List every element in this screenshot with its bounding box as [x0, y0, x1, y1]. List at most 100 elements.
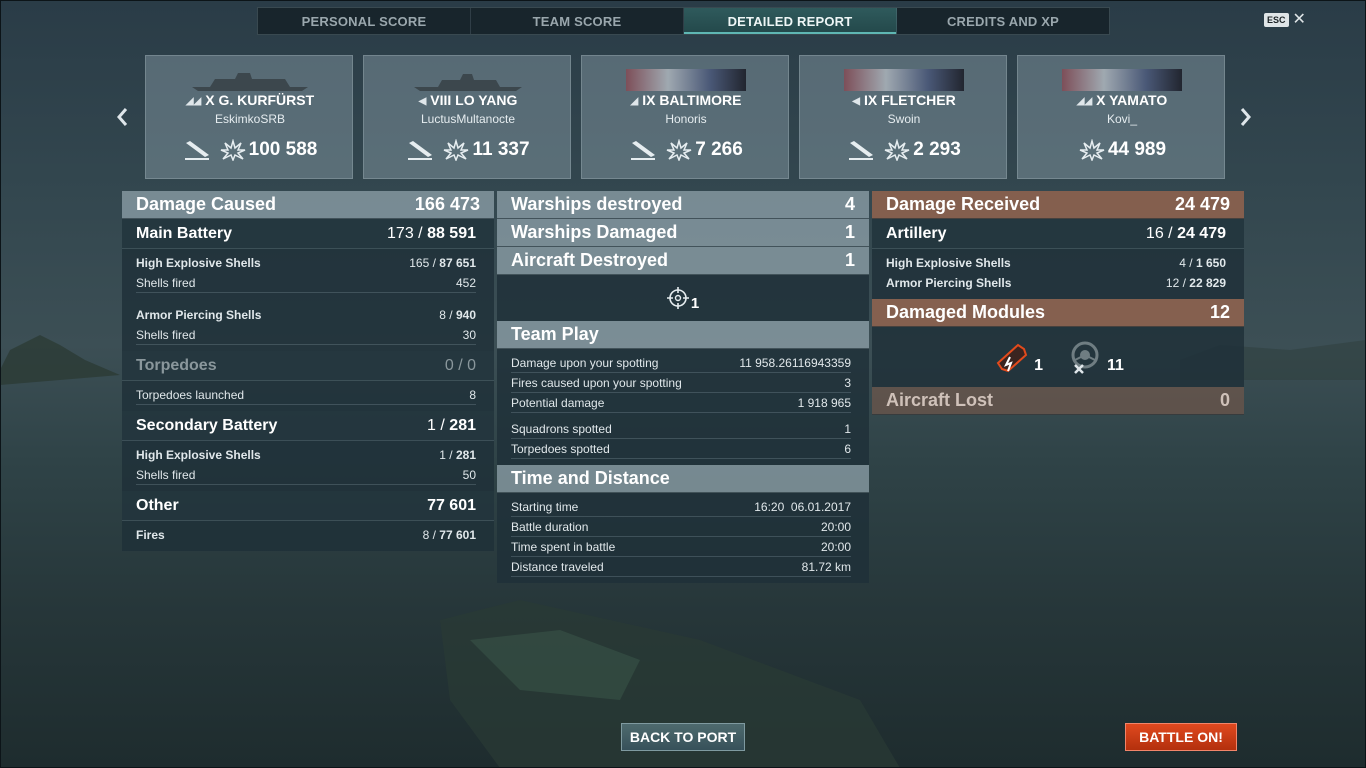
stat-row: Shells fired 50 — [136, 465, 476, 485]
ship-card[interactable]: ◢◢ X YAMATO Kovi_ 44 989 — [1017, 55, 1225, 179]
damage-burst-icon — [666, 139, 692, 161]
aircraft-destroyed-header: Aircraft Destroyed 1 — [497, 247, 869, 275]
sunk-ship-icon — [849, 141, 874, 160]
battle-on-button[interactable]: BATTLE ON! — [1125, 723, 1237, 751]
module-item: 1 — [992, 337, 1043, 377]
ship-name: ◢◢ X YAMATO — [1076, 92, 1168, 108]
time-distance-details: Starting time 16:20 06.01.2017 Battle dur… — [497, 493, 869, 583]
stat-row: High Explosive Shells 1 / 281 — [136, 448, 476, 462]
ship-flag-silhouette-icon — [844, 69, 964, 91]
module-item: 11 — [1065, 337, 1124, 377]
damage-value: 11 337 — [472, 139, 530, 160]
damaged-modules-row: 1 11 — [872, 327, 1244, 387]
section-label: Other — [136, 496, 179, 514]
destroyer-class-icon: ◀ — [418, 96, 427, 107]
stat-row: High Explosive Shells 165 / 87 651 — [136, 256, 476, 270]
team-play-header: Team Play — [497, 321, 869, 349]
section-label: Main Battery — [136, 224, 233, 242]
ship-card[interactable]: ◢ IX BALTIMORE Honoris 7 266 — [581, 55, 789, 179]
section-value: 1 / 281 — [427, 416, 476, 434]
damage-burst-icon — [444, 139, 469, 161]
rudder-module-icon — [1071, 341, 1099, 374]
damage-caused-panel: Damage Caused 166 473 Main Battery 173 /… — [122, 191, 494, 551]
player-name: Swoin — [887, 112, 921, 126]
damage-burst-icon — [220, 139, 245, 161]
main-battery-header: Main Battery 173 / 88 591 — [122, 219, 494, 249]
next-ships-arrow[interactable] — [1238, 105, 1254, 129]
spotting-ribbon: 1 — [497, 275, 869, 321]
ship-name: ◢ IX BALTIMORE — [630, 92, 742, 108]
stat-row: Starting time 16:20 06.01.2017 — [511, 497, 851, 517]
other-details: Fires 8 / 77 601 — [122, 521, 494, 551]
stat-row: Armor Piercing Shells 8 / 940 — [136, 308, 476, 322]
section-value: 0 / 0 — [444, 356, 476, 374]
battleship-class-icon: ◢◢ — [1076, 96, 1093, 107]
results-panel: Warships destroyed 4 Warships Damaged 1 Ai… — [497, 191, 869, 583]
damage-value: 44 989 — [1107, 139, 1167, 160]
ship-name: ◀ IX FLETCHER — [852, 92, 956, 108]
crosshair-icon — [666, 287, 689, 309]
damage-caused-header: Damage Caused 166 473 — [122, 191, 494, 219]
secondary-battery-header: Secondary Battery 1 / 281 — [122, 411, 494, 441]
stat-row: Battle duration 20:00 — [511, 517, 851, 537]
ship-card[interactable]: ◢◢ X G. KURFÜRST EskimkoSRB 100 588 — [145, 55, 353, 179]
time-distance-header: Time and Distance — [497, 465, 869, 493]
prev-ships-arrow[interactable] — [114, 105, 130, 129]
stat-row: Fires 8 / 77 601 — [136, 528, 476, 542]
tab-team-score[interactable]: TEAM SCORE — [471, 8, 684, 34]
gun-module-icon — [996, 343, 1028, 373]
artillery-header: Artillery 16 / 24 479 — [872, 219, 1244, 249]
tab-credits-and-xp[interactable]: CREDITS AND XP — [897, 8, 1109, 34]
stat-row: Time spent in battle 20:00 — [511, 537, 851, 557]
ship-flag-silhouette-icon — [1062, 69, 1182, 91]
stat-row: Fires caused upon your spotting 3 — [511, 373, 851, 393]
main-battery-details: High Explosive Shells 165 / 87 651 Shells… — [122, 249, 494, 351]
sunk-ship-icon — [184, 141, 209, 160]
ship-card[interactable]: ◀ IX FLETCHER Swoin 2 293 — [799, 55, 1007, 179]
chevron-left-icon — [117, 108, 128, 126]
section-label: Torpedoes — [136, 356, 217, 374]
stat-row: Shells fired 452 — [136, 273, 476, 293]
aircraft-lost-header: Aircraft Lost 0 — [872, 387, 1244, 415]
back-to-port-button[interactable]: BACK TO PORT — [621, 723, 745, 751]
ship-name: ◢◢ X G. KURFÜRST — [185, 92, 315, 108]
ship-card[interactable]: ◀ VIII LO YANG LuctusMultanocte 11 337 — [363, 55, 571, 179]
player-name: EskimkoSRB — [214, 112, 285, 126]
stat-row: High Explosive Shells 4 / 1 650 — [886, 256, 1226, 270]
section-value: 77 601 — [427, 496, 476, 514]
team-play-details: Damage upon your spotting 11 958.26116943… — [497, 349, 869, 465]
warships-damaged-header: Warships Damaged 1 — [497, 219, 869, 247]
other-header: Other 77 601 — [122, 491, 494, 521]
stat-row: Distance traveled 81.72 km — [511, 557, 851, 577]
stat-row: Torpedoes launched 8 — [136, 385, 476, 405]
chevron-right-icon — [1240, 108, 1251, 126]
destroyer-class-icon: ◀ — [852, 96, 860, 107]
damage-value: 2 293 — [913, 139, 961, 160]
stat-row: Armor Piercing Shells 12 / 22 829 — [886, 276, 1226, 290]
damaged-modules-header: Damaged Modules 12 — [872, 299, 1244, 327]
close-icon: ✕ — [1292, 11, 1306, 28]
warships-destroyed-header: Warships destroyed 4 — [497, 191, 869, 219]
cruiser-class-icon: ◢ — [630, 96, 639, 107]
stat-row: Potential damage 1 918 965 — [511, 393, 851, 413]
artillery-details: High Explosive Shells 4 / 1 650 Armor Pie… — [872, 249, 1244, 299]
close-button[interactable]: ESC ✕ — [1264, 11, 1306, 28]
ship-name: ◀ VIII LO YANG — [418, 92, 518, 108]
ship-silhouette-icon — [414, 74, 522, 91]
ship-silhouette-icon — [192, 73, 308, 91]
esc-key-badge: ESC — [1264, 13, 1289, 27]
damage-value: 7 266 — [695, 139, 743, 160]
secondary-battery-details: High Explosive Shells 1 / 281 Shells fire… — [122, 441, 494, 491]
player-name: LuctusMultanocte — [420, 112, 516, 126]
damage-value: 100 588 — [248, 139, 318, 160]
tab-personal-score[interactable]: PERSONAL SCORE — [258, 8, 471, 34]
damage-burst-icon — [1079, 139, 1105, 161]
sunk-ship-icon — [631, 141, 656, 160]
module-count: 11 — [1106, 357, 1124, 374]
player-name: Honoris — [665, 112, 707, 126]
damage-received-panel: Damage Received 24 479 Artillery 16 / 24 … — [872, 191, 1244, 415]
tab-detailed-report[interactable]: DETAILED REPORT — [684, 8, 897, 34]
torpedoes-header: Torpedoes 0 / 0 — [122, 351, 494, 381]
section-label: Artillery — [886, 224, 947, 242]
ship-flag-silhouette-icon — [626, 69, 746, 91]
